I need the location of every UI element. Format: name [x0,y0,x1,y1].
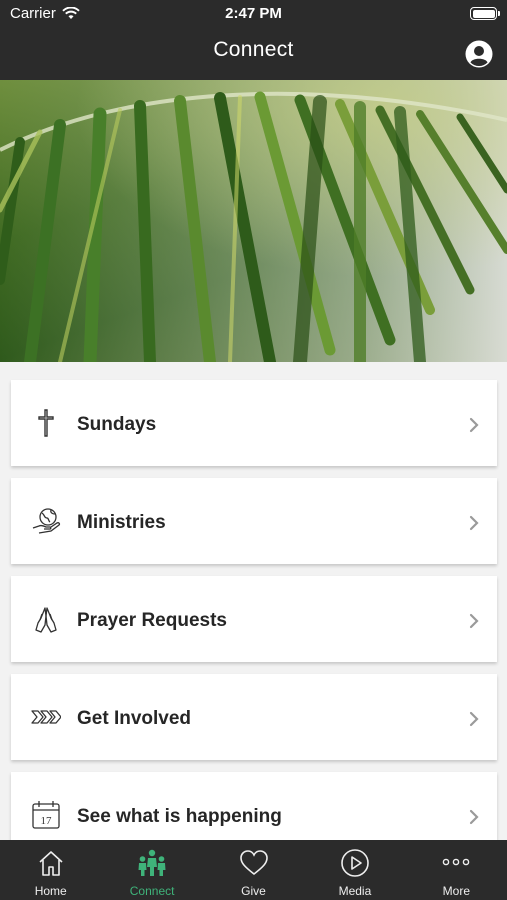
chevron-right-icon [469,711,479,727]
praying-hands-icon [35,607,57,633]
menu-item-ministries[interactable]: Ministries [11,478,497,564]
hero-image [0,80,507,362]
people-icon [138,849,166,876]
menu-item-get-involved[interactable]: Get Involved [11,674,497,760]
status-time: 2:47 PM [225,5,282,22]
status-bar: Carrier 2:47 PM [0,0,507,28]
tab-bar: Home Connect Give Media More [0,840,507,900]
calendar-day-text: 17 [41,815,53,827]
menu-item-label: Sundays [77,414,157,435]
tab-label: More [442,884,470,898]
more-icon [443,858,470,866]
tab-label: Media [338,884,372,898]
hand-globe-icon [32,508,61,534]
tab-label: Give [241,884,266,898]
menu-item-sundays[interactable]: Sundays [11,380,497,466]
heart-icon [239,850,268,876]
cross-icon [38,409,54,437]
chevrons-icon [31,710,61,724]
menu-item-prayer-requests[interactable]: Prayer Requests [11,576,497,662]
tab-label: Home [34,884,67,898]
tab-give[interactable]: Give [203,840,304,900]
menu-item-label: Ministries [77,512,166,533]
menu-item-label: Get Involved [77,708,192,729]
chevron-right-icon [469,809,479,825]
tab-connect[interactable]: Connect [101,840,202,900]
tab-more[interactable]: More [406,840,507,900]
tab-label: Connect [129,884,175,898]
chevron-right-icon [469,613,479,629]
tab-media[interactable]: Media [304,840,405,900]
page-title: Connect [213,38,294,61]
tab-home[interactable]: Home [0,840,101,900]
home-icon [39,851,63,876]
play-icon [341,849,369,877]
menu-item-label: See what is happening [77,806,282,827]
chevron-right-icon [469,417,479,433]
profile-icon[interactable] [465,40,493,68]
battery-icon [470,7,500,20]
connect-menu-list: Sundays Ministries Prayer Requests Get I… [11,380,497,870]
header: Carrier 2:47 PM Connect [0,0,507,80]
calendar-icon: 17 [32,801,60,829]
chevron-right-icon [469,515,479,531]
menu-item-label: Prayer Requests [77,610,227,631]
